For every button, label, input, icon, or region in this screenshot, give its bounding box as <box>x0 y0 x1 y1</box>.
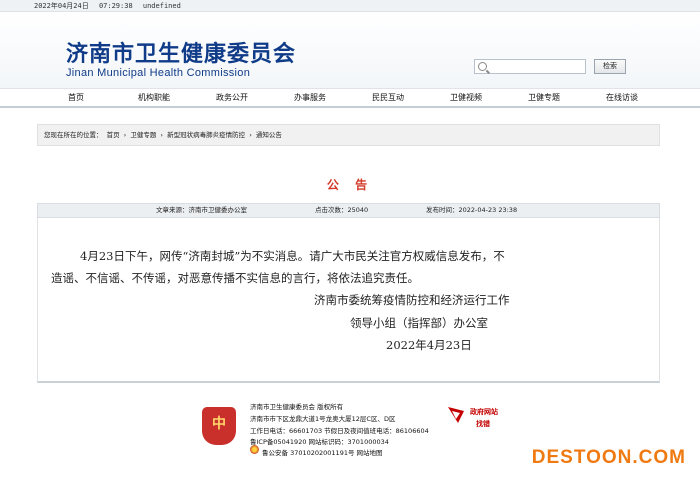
notice-paragraph-line2: 造谣、不信谣、不传谣，对恶意传播不实信息的言行，将依法追究责任。 <box>51 271 419 285</box>
breadcrumb-prefix: 您现在所在的位置： <box>44 131 103 139</box>
nav-item-interaction[interactable]: 民民互动 <box>349 89 427 106</box>
site-title[interactable]: 济南市卫生健康委员会 <box>66 36 296 68</box>
undefined-text: undefined <box>142 2 181 10</box>
nav-item-video[interactable]: 卫健视频 <box>427 89 505 106</box>
nav-item-home[interactable]: 首页 <box>37 89 115 106</box>
breadcrumb-separator: › <box>123 131 127 139</box>
notice-title: 公 告 <box>326 178 374 192</box>
notice-paragraph-line1: 4月23日下午，网传“济南封城”为不实消息。请广大市民关注官方权威信息发布，不 <box>80 249 505 263</box>
search-box[interactable] <box>474 59 586 74</box>
watermark: DESTOON.COM <box>531 447 686 468</box>
notice-content: 4月23日下午，网传“济南封城”为不实消息。请广大市民关注官方权威信息发布，不 … <box>37 218 660 383</box>
site-footer: 中 济南市卫生健康委员会 版权所有 济南市市下区龙鼎大道1号龙奥大厦12层C区、… <box>0 393 700 483</box>
nav-item-services[interactable]: 办事服务 <box>271 89 349 106</box>
party-emblem-icon[interactable]: 中 <box>202 407 236 445</box>
gov-site-error-badge[interactable]: 政府网站 找错 <box>446 405 514 431</box>
current-date: 2022年04月24日 <box>34 2 89 10</box>
notice-meta: 文章来源：济南市卫健委办公室 点击次数：25040 发布时间：2022-04-2… <box>37 203 660 218</box>
nav-item-functions[interactable]: 机构职能 <box>115 89 193 106</box>
footer-copyright: 济南市卫生健康委员会 版权所有 <box>250 403 344 411</box>
breadcrumb-separator: › <box>249 131 252 139</box>
article-source: 文章来源：济南市卫健委办公室 <box>156 206 247 214</box>
breadcrumb-item-notices[interactable]: 通知公告 <box>256 131 282 139</box>
signature-line1: 济南市委统筹疫情防控和经济运行工作 <box>314 293 510 307</box>
footer-address: 济南市市下区龙鼎大道1号龙奥大厦12层C区、D区 <box>250 415 396 423</box>
footer-police-record[interactable]: 鲁公安备 37010202001191号 网站地图 <box>262 447 383 457</box>
signature-line2: 领导小组（指挥部）办公室 <box>350 316 488 330</box>
nav-item-topics[interactable]: 卫健专题 <box>505 89 583 106</box>
breadcrumb-item-covid[interactable]: 新型冠状病毒肺炎疫情防控 <box>167 131 245 139</box>
search-input[interactable] <box>491 60 581 73</box>
date-time-bar: 2022年04月24日 07:29:38 undefined <box>0 0 700 12</box>
gov-badge-label: 政府网站 <box>470 408 498 416</box>
breadcrumb-separator: › <box>160 131 164 139</box>
publish-time: 发布时间：2022-04-23 23:38 <box>426 206 518 214</box>
site-subtitle: Jinan Municipal Health Commission <box>66 67 251 79</box>
emblem-glyph: 中 <box>212 416 226 432</box>
breadcrumb: 您现在所在的位置： 首页 › 卫健专题 › 新型冠状病毒肺炎疫情防控 › 通知公… <box>37 124 660 146</box>
police-badge-icon <box>250 445 259 454</box>
search-button[interactable]: 检索 <box>594 59 626 74</box>
gov-site-logo-icon <box>448 407 464 423</box>
nav-item-gov-affairs[interactable]: 政务公开 <box>193 89 271 106</box>
search-icon <box>478 62 487 71</box>
current-time: 07:29:38 <box>98 2 133 10</box>
view-count: 点击次数：25040 <box>315 206 369 214</box>
footer-icp[interactable]: 鲁ICP备05041920 网站标识码：3701000034 <box>250 436 389 446</box>
breadcrumb-item-home[interactable]: 首页 <box>107 131 120 139</box>
breadcrumb-item-topics[interactable]: 卫健专题 <box>130 131 156 139</box>
gov-badge-sublabel: 找错 <box>476 420 490 428</box>
site-header: 济南市卫生健康委员会 Jinan Municipal Health Commis… <box>0 12 700 88</box>
main-nav: 首页 机构职能 政务公开 办事服务 民民互动 卫健视频 卫健专题 在线访谈 <box>0 88 700 108</box>
footer-phone: 工作日电话：66601703 节假日及夜间值班电话：86106604 <box>250 427 429 435</box>
notice-date: 2022年4月23日 <box>386 338 472 352</box>
nav-item-interviews[interactable]: 在线访谈 <box>583 89 661 106</box>
